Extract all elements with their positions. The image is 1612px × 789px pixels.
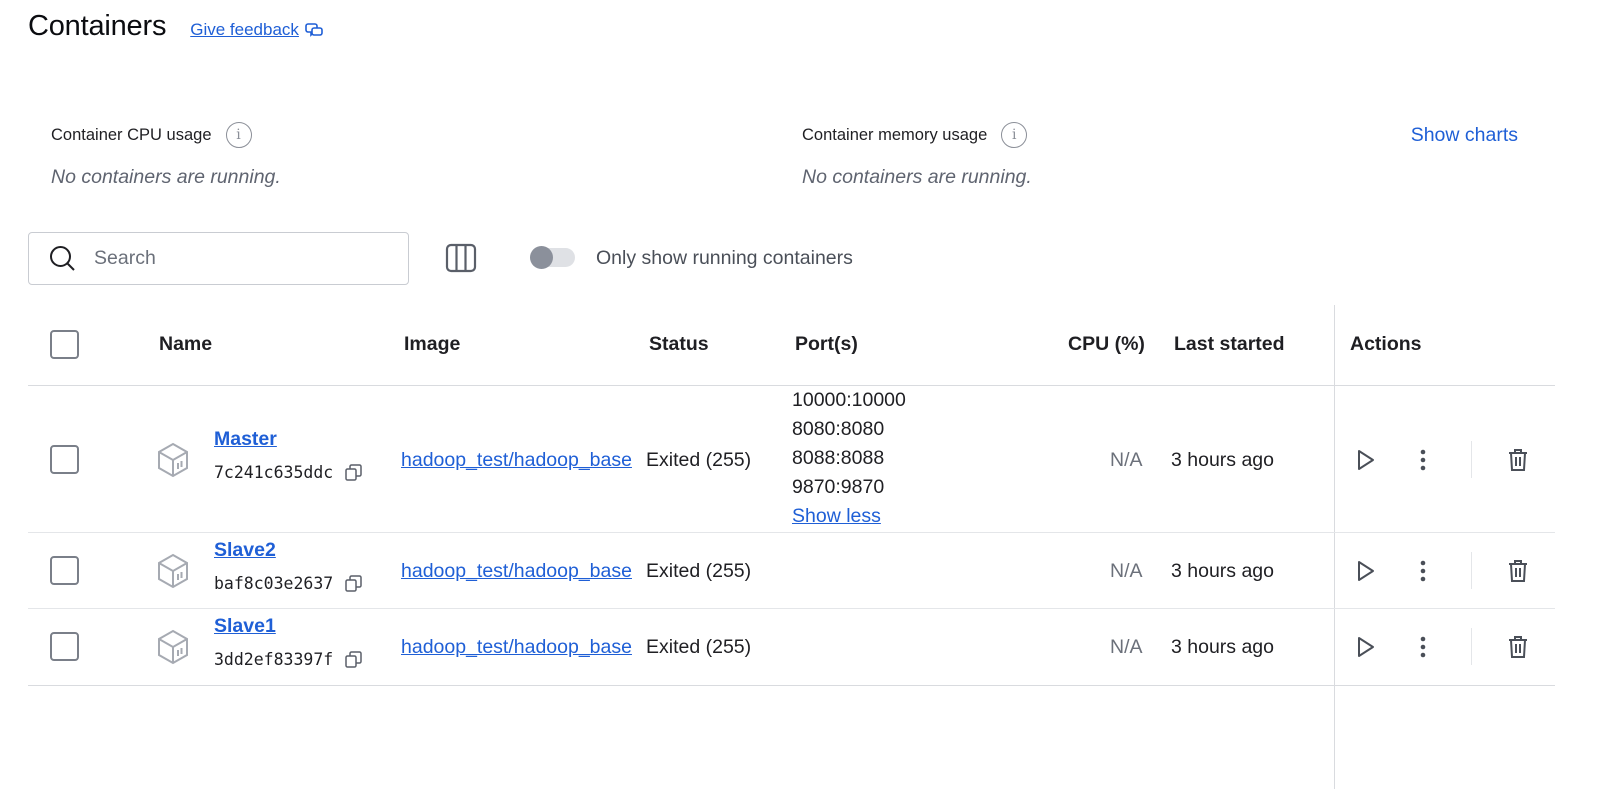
table-header: Name Image Status Port(s) CPU (%) Last s… (28, 305, 1555, 386)
column-header-ports[interactable]: Port(s) (795, 333, 858, 356)
give-feedback-label: Give feedback (190, 20, 299, 39)
last-started-text: 3 hours ago (1171, 449, 1274, 471)
trash-icon[interactable] (1507, 448, 1529, 472)
cpu-usage-title: Container CPU usage (51, 125, 212, 144)
port-mapping: 8088:8088 (792, 447, 885, 469)
more-vertical-icon[interactable] (1418, 448, 1428, 472)
image-link[interactable]: hadoop_test/hadoop_base (401, 449, 633, 472)
more-vertical-icon[interactable] (1418, 559, 1428, 583)
cube-icon (158, 553, 188, 589)
row-checkbox[interactable] (50, 445, 79, 474)
copy-icon[interactable] (345, 651, 362, 668)
play-icon[interactable] (1356, 560, 1376, 582)
memory-usage-panel: Container memory usage i No containers a… (802, 122, 1032, 189)
cpu-value: N/A (1110, 560, 1143, 582)
memory-usage-title: Container memory usage (802, 125, 988, 144)
actions-separator (1471, 628, 1472, 665)
actions-separator (1471, 441, 1472, 478)
page-header: Containers Give feedback (28, 10, 323, 43)
cube-icon (158, 442, 188, 478)
container-id: 7c241c635ddc (214, 463, 362, 482)
chat-bubbles-icon (305, 23, 323, 37)
cpu-usage-panel: Container CPU usage i No containers are … (51, 122, 281, 189)
copy-icon[interactable] (345, 575, 362, 592)
cpu-usage-message: No containers are running. (51, 166, 281, 188)
columns-icon (445, 243, 477, 273)
row-checkbox[interactable] (50, 632, 79, 661)
columns-button[interactable] (445, 243, 477, 278)
show-charts-button[interactable]: Show charts (1411, 124, 1518, 147)
port-mapping: 10000:10000 (792, 389, 906, 411)
status-text: Exited (255) (646, 636, 752, 658)
table-row[interactable]: Master 7c241c635ddc hadoop_test/hadoop_b… (28, 386, 1555, 533)
container-name-link[interactable]: Master (214, 428, 277, 451)
row-checkbox[interactable] (50, 556, 79, 585)
column-header-status[interactable]: Status (649, 333, 709, 356)
show-less-link[interactable]: Show less (792, 502, 906, 531)
table-row[interactable]: Slave2 baf8c03e2637 hadoop_test/hadoop_b… (28, 533, 1555, 609)
cpu-value: N/A (1110, 449, 1143, 471)
column-header-actions: Actions (1350, 333, 1422, 355)
last-started-text: 3 hours ago (1171, 636, 1274, 658)
container-id: 3dd2ef83397f (214, 650, 362, 669)
search-input[interactable] (94, 247, 374, 270)
copy-icon[interactable] (345, 464, 362, 481)
column-header-last-started[interactable]: Last started (1174, 333, 1285, 356)
image-link[interactable]: hadoop_test/hadoop_base (401, 560, 633, 583)
container-id-text: 7c241c635ddc (214, 463, 334, 482)
table-row[interactable]: Slave1 3dd2ef83397f hadoop_test/hadoop_b… (28, 609, 1555, 686)
container-id-text: 3dd2ef83397f (214, 650, 334, 669)
play-icon[interactable] (1356, 449, 1376, 471)
search-icon (50, 246, 75, 271)
column-header-image[interactable]: Image (404, 333, 460, 356)
status-text: Exited (255) (646, 449, 752, 471)
ports-list: 10000:10000 8080:8080 8088:8088 9870:987… (792, 386, 906, 531)
column-header-name[interactable]: Name (159, 333, 212, 356)
info-icon[interactable]: i (1001, 122, 1028, 148)
column-header-cpu[interactable]: CPU (%) (1068, 333, 1145, 356)
page-title: Containers (28, 10, 167, 42)
more-vertical-icon[interactable] (1418, 635, 1428, 659)
last-started-text: 3 hours ago (1171, 560, 1274, 582)
cpu-value: N/A (1110, 636, 1143, 658)
cube-icon (158, 629, 188, 665)
running-only-label: Only show running containers (596, 247, 853, 269)
toggle-knob (530, 246, 553, 269)
port-mapping: 8080:8080 (792, 418, 885, 440)
info-icon[interactable]: i (225, 122, 252, 148)
status-text: Exited (255) (646, 560, 752, 582)
container-id: baf8c03e2637 (214, 574, 362, 593)
container-name-link[interactable]: Slave2 (214, 539, 276, 562)
container-name-link[interactable]: Slave1 (214, 615, 276, 638)
give-feedback-link[interactable]: Give feedback (190, 20, 323, 40)
running-only-toggle[interactable] (530, 246, 575, 269)
play-icon[interactable] (1356, 636, 1376, 658)
select-all-checkbox[interactable] (50, 330, 79, 359)
containers-table: Name Image Status Port(s) CPU (%) Last s… (28, 305, 1555, 686)
port-mapping: 9870:9870 (792, 476, 885, 498)
memory-usage-message: No containers are running. (802, 166, 1032, 188)
trash-icon[interactable] (1507, 559, 1529, 583)
search-box[interactable] (28, 232, 409, 285)
actions-separator (1471, 552, 1472, 589)
trash-icon[interactable] (1507, 635, 1529, 659)
container-id-text: baf8c03e2637 (214, 574, 334, 593)
image-link[interactable]: hadoop_test/hadoop_base (401, 636, 633, 659)
